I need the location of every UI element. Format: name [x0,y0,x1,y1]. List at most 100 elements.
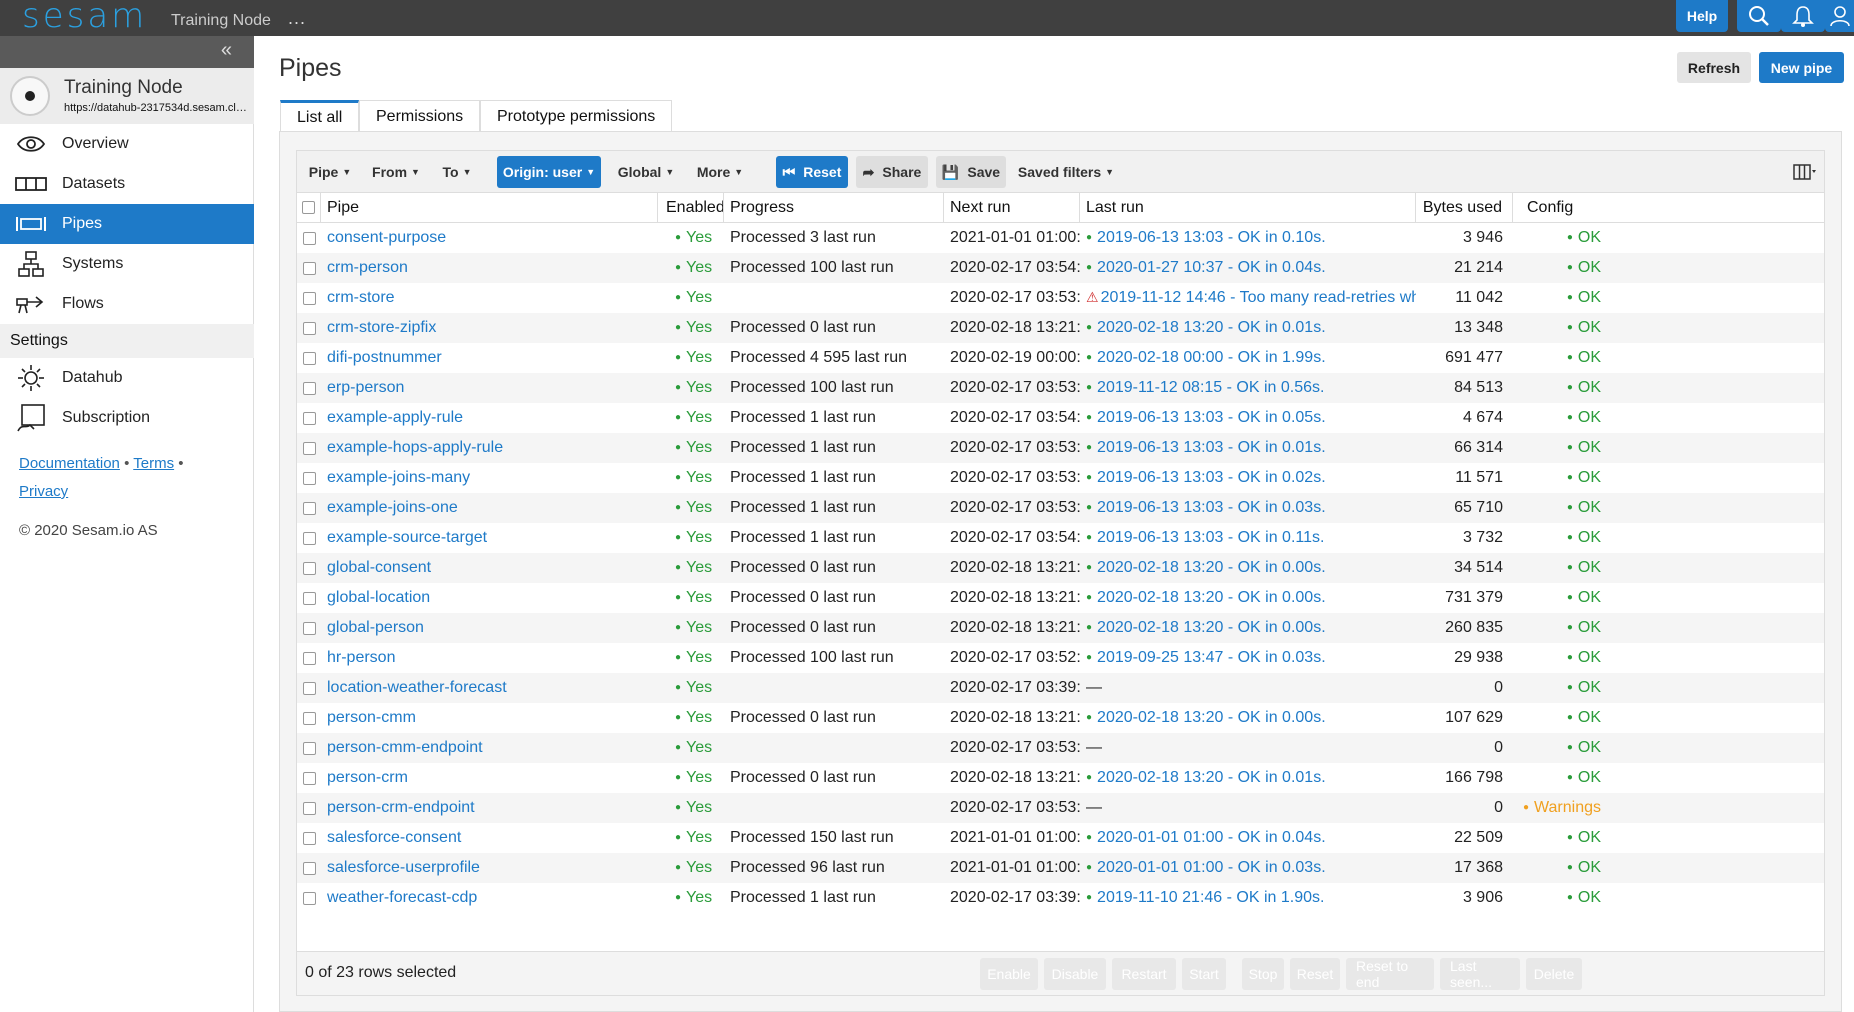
row-checkbox[interactable] [302,501,316,515]
row-checkbox[interactable] [302,891,316,905]
table-row[interactable]: person-cmm ● Yes Processed 0 last run 2020-0… [297,703,1824,733]
pipe-name-link[interactable]: example-apply-rule [327,409,657,427]
user-menu-button[interactable] [1825,0,1854,32]
table-row[interactable]: global-person ● Yes Processed 0 last run 202… [297,613,1824,643]
start-button[interactable]: Start [1182,958,1226,990]
pipe-name-link[interactable]: crm-person [327,259,657,277]
select-all-checkbox[interactable] [302,201,315,214]
table-row[interactable]: global-consent ● Yes Processed 0 last run 20… [297,553,1824,583]
row-checkbox[interactable] [302,861,316,875]
saved-filters-dropdown[interactable]: Saved filters ▼ [1016,156,1116,188]
tab-list-all[interactable]: List all [280,100,360,132]
row-checkbox[interactable] [302,591,316,605]
last-run-link[interactable]: 2020-02-18 13:20 - OK in 0.00s. [1097,709,1326,726]
row-checkbox[interactable] [302,711,316,725]
row-checkbox[interactable] [302,471,316,485]
table-row[interactable]: consent-purpose ● Yes Processed 3 last run 2… [297,223,1824,253]
pipe-name-link[interactable]: person-crm-endpoint [327,799,657,817]
pipe-name-link[interactable]: person-cmm [327,709,657,727]
pipe-name-link[interactable]: consent-purpose [327,229,657,247]
tab-prototype-permissions[interactable]: Prototype permissions [480,100,673,132]
sidebar-item-flows[interactable]: Flows [0,284,254,324]
row-checkbox[interactable] [302,561,316,575]
pipe-name-link[interactable]: crm-store [327,289,657,307]
table-row[interactable]: example-hops-apply-rule ● Yes Processed 1 l… [297,433,1824,463]
row-checkbox[interactable] [302,231,316,245]
origin-filter[interactable]: Origin: user ▼ [497,156,601,188]
table-row[interactable]: person-crm ● Yes Processed 0 last run 2020-0… [297,763,1824,793]
pipe-name-link[interactable]: difi-postnummer [327,349,657,367]
table-row[interactable]: erp-person ● Yes Processed 100 last run 2020… [297,373,1824,403]
sidebar-item-systems[interactable]: Systems [0,244,254,284]
restart-button[interactable]: Restart [1112,958,1176,990]
last-run-link[interactable]: 2019-09-25 13:47 - OK in 0.03s. [1097,649,1326,666]
pipe-name-link[interactable]: crm-store-zipfix [327,319,657,337]
row-checkbox[interactable] [302,321,316,335]
search-button[interactable] [1737,0,1781,32]
sidebar-item-overview[interactable]: Overview [0,124,254,164]
last-run-link[interactable]: 2020-02-18 13:20 - OK in 0.00s. [1097,559,1326,576]
last-run-link[interactable]: 2019-06-13 13:03 - OK in 0.05s. [1097,409,1326,426]
table-row[interactable]: location-weather-forecast ● Yes 2020-02-17 … [297,673,1824,703]
table-row[interactable]: crm-store ● Yes 2020-02-17 03:53:28 ⚠2019-11… [297,283,1824,313]
last-run-link[interactable]: 2020-02-18 13:20 - OK in 0.01s. [1097,319,1326,336]
table-row[interactable]: crm-store-zipfix ● Yes Processed 0 last run… [297,313,1824,343]
reset-to-end-button[interactable]: Reset to end [1346,958,1434,990]
pipe-name-link[interactable]: hr-person [327,649,657,667]
row-checkbox[interactable] [302,411,316,425]
from-filter[interactable]: From ▼ [365,156,427,188]
col-header-enabled[interactable]: Enabled [658,192,724,223]
tab-permissions[interactable]: Permissions [359,100,481,132]
last-run-link[interactable]: 2019-11-12 14:46 - Too many read-retries… [1101,289,1416,306]
pipe-name-link[interactable]: example-source-target [327,529,657,547]
pipe-name-link[interactable]: example-joins-one [327,499,657,517]
col-header-next-run[interactable]: Next run [944,192,1080,223]
col-header-bytes-used[interactable]: Bytes used [1416,192,1513,223]
last-seen-button[interactable]: Last seen... [1440,958,1520,990]
pipe-name-link[interactable]: global-consent [327,559,657,577]
last-run-link[interactable]: 2019-11-12 08:15 - OK in 0.56s. [1097,379,1324,396]
table-row[interactable]: example-joins-one ● Yes Processed 1 last ru… [297,493,1824,523]
table-row[interactable]: salesforce-consent ● Yes Processed 150 last… [297,823,1824,853]
col-header-config[interactable]: Config [1513,193,1609,223]
column-chooser-button[interactable] [1790,156,1820,188]
pipe-name-link[interactable]: location-weather-forecast [327,679,657,697]
row-checkbox[interactable] [302,441,316,455]
row-checkbox[interactable] [302,531,316,545]
table-row[interactable]: weather-forecast-cdp ● Yes Processed 1 last… [297,883,1824,913]
row-checkbox[interactable] [302,261,316,275]
table-row[interactable]: salesforce-userprofile ● Yes Processed 96 l… [297,853,1824,883]
sesam-logo[interactable]: sesam [22,0,147,36]
sidebar-item-datasets[interactable]: Datasets [0,164,254,204]
sidebar-item-subscription[interactable]: Subscription [0,398,254,438]
row-checkbox[interactable] [302,831,316,845]
global-filter[interactable]: Global ▼ [611,156,681,188]
last-run-link[interactable]: 2019-06-13 13:03 - OK in 0.03s. [1097,499,1326,516]
row-checkbox[interactable] [302,741,316,755]
refresh-button[interactable]: Refresh [1677,52,1751,83]
delete-button[interactable]: Delete [1526,958,1582,990]
col-header-pipe[interactable]: Pipe [321,192,658,223]
row-checkbox[interactable] [302,621,316,635]
col-header-progress[interactable]: Progress [724,192,944,223]
table-row[interactable]: person-cmm-endpoint ● Yes 2020-02-17 03:53:… [297,733,1824,763]
last-run-link[interactable]: 2020-01-27 10:37 - OK in 0.04s. [1097,259,1326,276]
more-filter[interactable]: More ▼ [689,156,751,188]
pipe-name-link[interactable]: erp-person [327,379,657,397]
last-run-link[interactable]: 2019-06-13 13:03 - OK in 0.01s. [1097,439,1326,456]
last-run-link[interactable]: 2020-01-01 01:00 - OK in 0.03s. [1097,859,1326,876]
pipe-filter[interactable]: Pipe ▼ [305,156,355,188]
documentation-link[interactable]: Documentation [19,455,120,472]
last-run-link[interactable]: 2020-02-18 00:00 - OK in 1.99s. [1097,349,1326,366]
table-row[interactable]: example-joins-many ● Yes Processed 1 last r… [297,463,1824,493]
last-run-link[interactable]: 2019-06-13 13:03 - OK in 0.11s. [1097,529,1324,546]
table-row[interactable]: person-crm-endpoint ● Yes 2020-02-17 03:53:… [297,793,1824,823]
node-card[interactable]: Training Node https://datahub-2317534d.s… [0,68,254,124]
pipe-name-link[interactable]: salesforce-userprofile [327,859,657,877]
enable-button[interactable]: Enable [980,958,1038,990]
last-run-link[interactable]: 2019-06-13 13:03 - OK in 0.10s. [1097,229,1326,246]
pipe-name-link[interactable]: global-location [327,589,657,607]
disable-button[interactable]: Disable [1044,958,1106,990]
pipe-name-link[interactable]: person-crm [327,769,657,787]
row-checkbox[interactable] [302,681,316,695]
